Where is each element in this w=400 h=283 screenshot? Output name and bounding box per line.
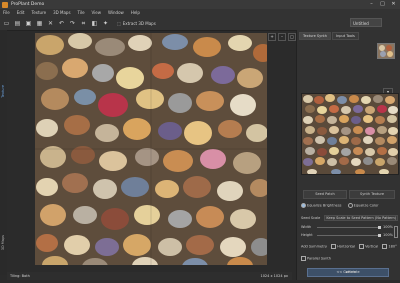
toolbar: ▭ ▤ ▣ ▦ ✕ ↶ ↷ ⌗ ◧ ✦ ⬚ Extract 3D Maps [0,16,400,31]
menu-3d-maps[interactable]: 3D Maps [53,10,70,15]
seed-patch-button[interactable]: Seed Patch [303,190,347,199]
open-folder-icon[interactable]: ▤ [14,20,21,27]
height-label: Height [301,233,313,237]
equalize-color-radio[interactable] [347,203,353,208]
tab-3d-maps[interactable]: 3D Maps [1,235,5,250]
parallel-synth-checkbox[interactable] [301,256,306,261]
layers-icon[interactable]: ◧ [91,20,98,27]
status-bar: Tiling: Both 1024 x 1024 px [7,272,292,280]
menu-file[interactable]: File [3,10,10,15]
vertical-label: Vertical [365,244,379,249]
rotation-checkbox[interactable] [382,244,388,249]
width-label: Width [301,225,312,229]
synth-preview[interactable] [301,93,399,175]
rotation-label: 180° [388,244,397,249]
canvas-controls: + – □ [268,33,296,41]
tab-texture-synth[interactable]: Texture Synth [299,32,332,40]
add-symmetry-label: Add Symmetry [301,244,328,249]
menu-view[interactable]: View [92,10,102,15]
seed-thumbnail-image [378,44,394,58]
tab-texture[interactable]: Texture [1,85,5,98]
title-bar: ProPlant Demo – □ ✕ [0,0,400,9]
extract-icon: ⬚ [117,20,121,26]
menu-tile[interactable]: Tile [78,10,85,15]
link-aspect-icon[interactable] [394,226,398,238]
height-value: 100% [383,233,394,237]
parallel-synth-label: Parallel Synth [307,256,331,261]
save-all-icon[interactable]: ▦ [36,20,43,27]
vertical-checkbox[interactable] [359,244,365,249]
app-logo-icon [2,1,8,8]
close-file-icon[interactable]: ✕ [47,20,54,27]
seed-scale-label: Seed Scale [301,216,321,220]
left-tab-strip: Texture 3D Maps [0,30,7,275]
crop-icon[interactable]: ⌗ [80,20,87,27]
menu-help[interactable]: Help [131,10,140,15]
equalize-brightness-label: Equalize Brightness [307,203,342,208]
horizontal-label: Horizontal [337,244,356,249]
width-value: 100% [383,225,394,229]
texture-synth-panel: Texture Synth Input Tools ▾ Seed Patch S… [296,30,400,280]
maximize-button[interactable]: □ [378,1,387,7]
document-dropdown[interactable]: Untitled [350,18,382,27]
zoom-in-button[interactable]: + [268,33,276,41]
image-size: 1024 x 1024 px [260,274,288,278]
tool-icon[interactable]: ✦ [102,20,109,27]
seed-thumbnail[interactable] [377,43,395,59]
height-slider-knob[interactable] [378,234,381,237]
pebble-texture-image [35,33,267,265]
extract-3d-maps-button[interactable]: ⬚ Extract 3D Maps [117,21,156,26]
height-slider[interactable] [317,234,381,237]
undo-icon[interactable]: ↶ [58,20,65,27]
window-title: ProPlant Demo [11,2,45,7]
menu-edit[interactable]: Edit [17,10,25,15]
fit-view-button[interactable]: □ [288,33,296,41]
horizontal-checkbox[interactable] [331,244,337,249]
close-button[interactable]: ✕ [389,1,398,7]
tab-input-tools[interactable]: Input Tools [332,32,359,40]
menu-window[interactable]: Window [108,10,124,15]
minimize-button[interactable]: – [367,1,376,7]
equalize-color-label: Equalize Color [353,203,379,208]
save-icon[interactable]: ▣ [25,20,32,27]
redo-icon[interactable]: ↷ [69,20,76,27]
zoom-out-button[interactable]: – [278,33,286,41]
new-file-icon[interactable]: ▭ [3,20,10,27]
menu-bar: File Edit Texture 3D Maps Tile View Wind… [0,9,400,16]
width-slider[interactable] [317,226,381,229]
width-slider-knob[interactable] [378,226,381,229]
menu-texture[interactable]: Texture [31,10,46,15]
tiling-status[interactable]: Tiling: Both [10,272,30,280]
seed-scale-select[interactable]: Keep Scale to Seed Pattern (No Pattern) [324,215,399,221]
equalize-brightness-radio[interactable] [301,203,306,208]
hide-button[interactable]: ▸Hide [346,270,356,274]
synth-preview-image [302,94,398,174]
synth-texture-button[interactable]: Synth Texture [349,190,395,199]
texture-canvas[interactable] [35,33,267,265]
